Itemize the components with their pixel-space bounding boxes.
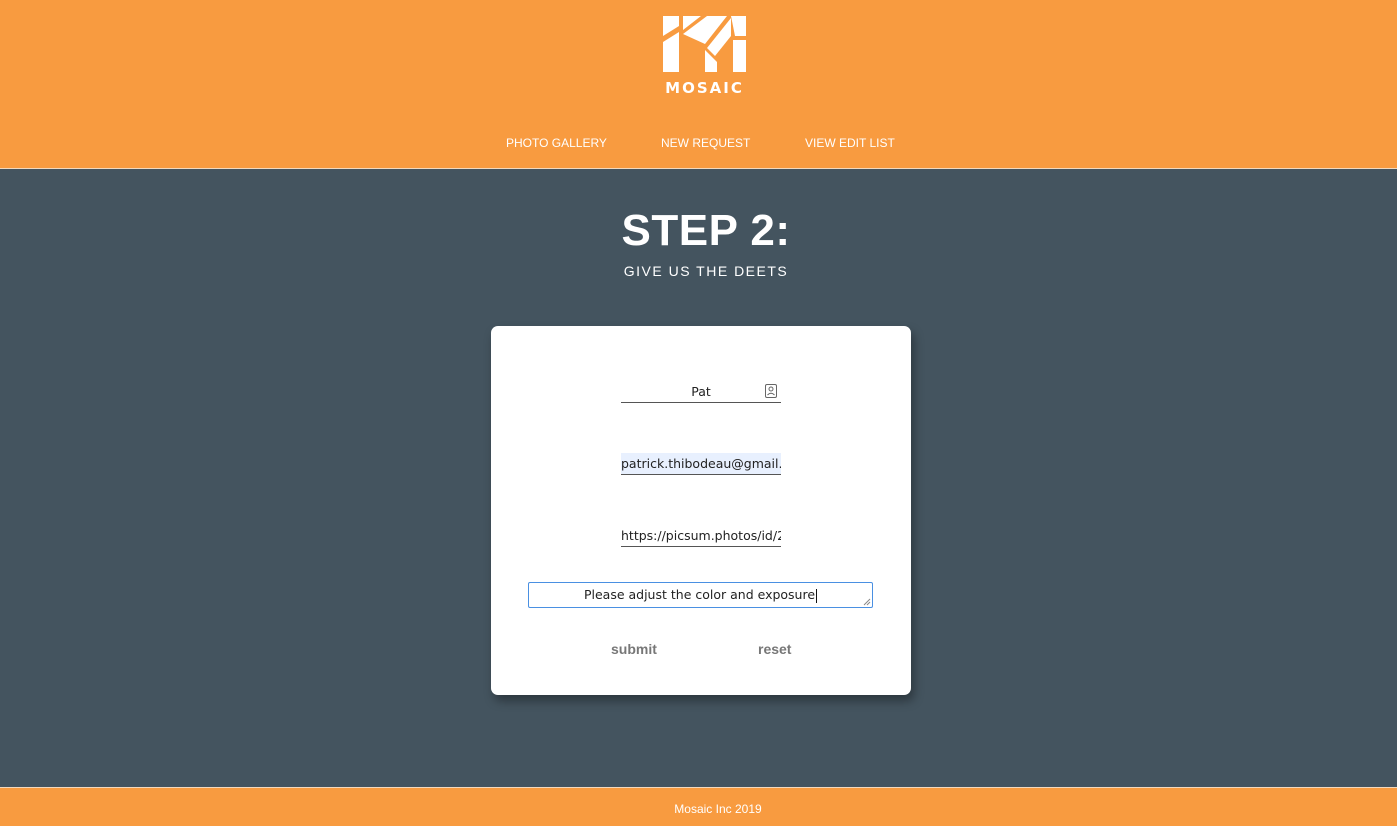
footer-copyright: Mosaic Inc 2019 bbox=[674, 802, 762, 816]
reset-button[interactable]: reset bbox=[758, 641, 791, 657]
name-field[interactable]: Pat bbox=[621, 381, 781, 403]
logo-wordmark: MOSAIC bbox=[665, 79, 744, 97]
resize-grip-icon[interactable] bbox=[863, 598, 871, 606]
site-footer: Mosaic Inc 2019 bbox=[0, 787, 1397, 826]
page-title: STEP 2: bbox=[621, 206, 791, 255]
email-field[interactable]: patrick.thibodeau@gmail.c bbox=[621, 453, 781, 475]
nav-photo-gallery[interactable]: PHOTO GALLERY bbox=[506, 136, 607, 150]
request-form: Pat patrick.thibodeau@gmail.c https://pi… bbox=[491, 326, 911, 695]
email-field-value: patrick.thibodeau@gmail.c bbox=[621, 456, 781, 471]
mosaic-m-logo-icon bbox=[663, 16, 746, 72]
photo-url-field-value: https://picsum.photos/id/2 bbox=[621, 528, 781, 543]
description-textarea[interactable]: Please adjust the color and exposure bbox=[528, 582, 873, 608]
main-nav: PHOTO GALLERY NEW REQUEST VIEW EDIT LIST bbox=[0, 136, 1397, 154]
site-header: MOSAIC PHOTO GALLERY NEW REQUEST VIEW ED… bbox=[0, 0, 1397, 169]
submit-button[interactable]: submit bbox=[611, 641, 657, 657]
mosaic-logo[interactable]: MOSAIC bbox=[661, 14, 748, 97]
name-field-value: Pat bbox=[691, 384, 711, 399]
nav-view-edit-list[interactable]: VIEW EDIT LIST bbox=[805, 136, 895, 150]
description-textarea-value: Please adjust the color and exposure bbox=[583, 587, 816, 602]
photo-url-field[interactable]: https://picsum.photos/id/2 bbox=[621, 525, 781, 547]
page-subtitle: GIVE US THE DEETS bbox=[623, 263, 789, 279]
nav-new-request[interactable]: NEW REQUEST bbox=[661, 136, 750, 150]
contact-card-icon[interactable] bbox=[765, 384, 777, 398]
text-caret bbox=[816, 588, 818, 603]
